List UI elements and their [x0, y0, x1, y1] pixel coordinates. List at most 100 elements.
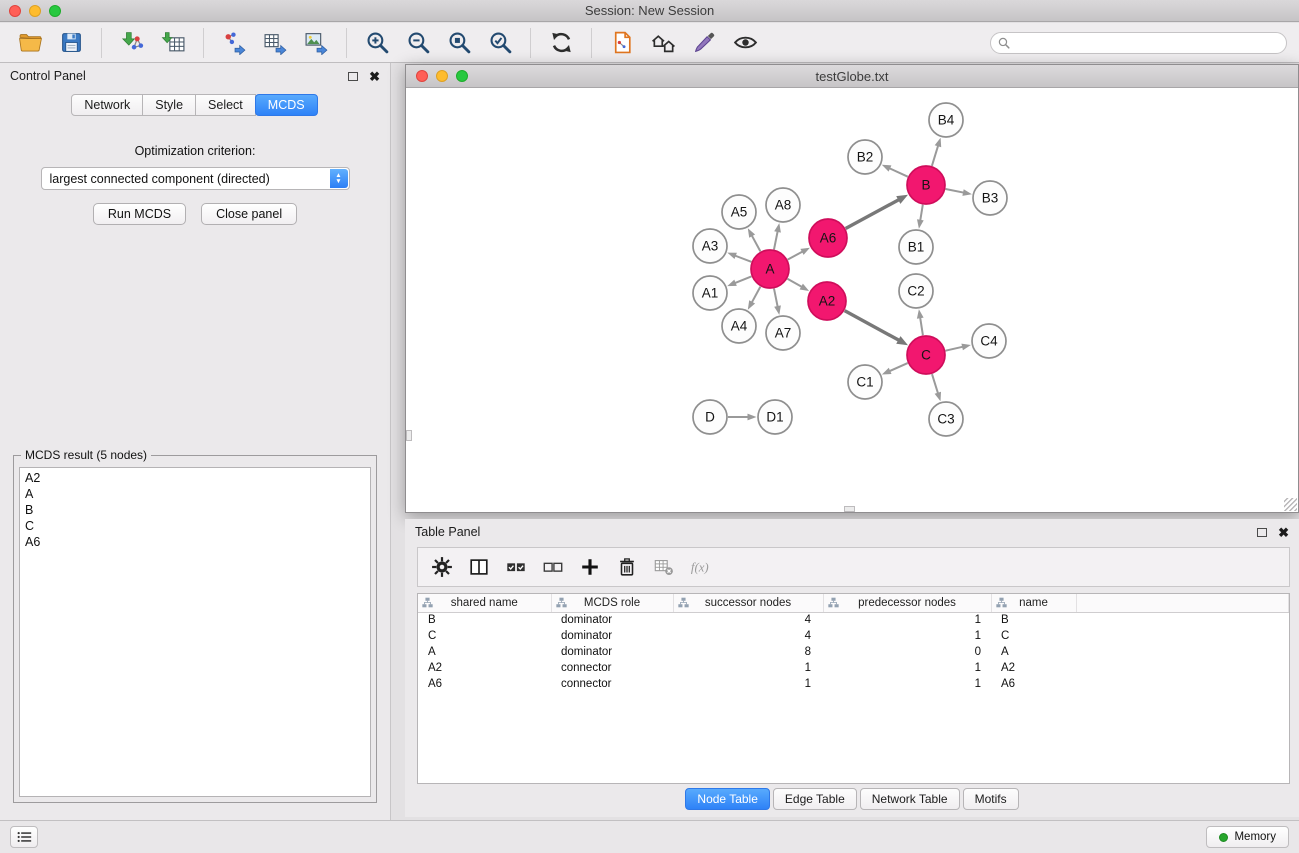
tab-select[interactable]: Select	[195, 94, 256, 116]
zoom-in-button[interactable]	[359, 27, 395, 59]
table-cell[interactable]: 1	[673, 676, 823, 692]
table-cell[interactable]: 1	[823, 676, 991, 692]
graph-edge[interactable]	[752, 287, 761, 303]
column-header-shared-name[interactable]: shared name	[418, 594, 551, 612]
graph-node-B[interactable]: B	[907, 166, 945, 204]
minimize-window-button[interactable]	[29, 5, 41, 17]
tab-network-table[interactable]: Network Table	[860, 788, 960, 810]
add-button[interactable]	[575, 553, 605, 581]
export-network-button[interactable]	[216, 27, 252, 59]
table-cell[interactable]: connector	[551, 676, 673, 692]
mcds-result-item[interactable]: A6	[20, 534, 370, 550]
graph-node-B3[interactable]: B3	[973, 181, 1007, 215]
graph-node-C1[interactable]: C1	[848, 365, 882, 399]
table-cell[interactable]: B	[418, 612, 551, 628]
bottom-scrollbar-nub[interactable]	[844, 506, 855, 512]
graph-edge[interactable]	[735, 276, 752, 283]
table-row[interactable]: A2connector11A2	[418, 660, 1289, 676]
resize-grip-icon[interactable]	[1284, 498, 1297, 511]
graph-edge[interactable]	[932, 374, 938, 394]
table-cell[interactable]: dominator	[551, 628, 673, 644]
paint-brush-button[interactable]	[686, 27, 722, 59]
table-cell[interactable]: A	[418, 644, 551, 660]
table-cell[interactable]: 1	[673, 660, 823, 676]
graph-node-A4[interactable]: A4	[722, 309, 756, 343]
mcds-result-item[interactable]: C	[20, 518, 370, 534]
delete-button[interactable]	[612, 553, 642, 581]
table-cell[interactable]: A	[991, 644, 1076, 660]
tab-mcds[interactable]: MCDS	[255, 94, 318, 116]
table-cell[interactable]: 1	[823, 612, 991, 628]
graph-node-C4[interactable]: C4	[972, 324, 1006, 358]
graph-node-B1[interactable]: B1	[899, 230, 933, 264]
column-header-name[interactable]: name	[991, 594, 1076, 612]
table-cell[interactable]: B	[991, 612, 1076, 628]
graph-edge[interactable]	[889, 363, 908, 371]
search-input[interactable]	[1014, 36, 1279, 50]
close-panel-button[interactable]: Close panel	[201, 203, 297, 225]
show-hide-button[interactable]	[727, 27, 763, 59]
graph-edge[interactable]	[845, 311, 900, 341]
zoom-fit-button[interactable]	[441, 27, 477, 59]
mcds-result-item[interactable]: B	[20, 502, 370, 518]
close-panel-icon[interactable]: ✖	[369, 70, 380, 83]
graph-edge[interactable]	[735, 256, 752, 262]
import-network-file-button[interactable]	[114, 27, 150, 59]
graph-node-B4[interactable]: B4	[929, 103, 963, 137]
table-row[interactable]: Bdominator41B	[418, 612, 1289, 628]
tab-network[interactable]: Network	[71, 94, 143, 116]
function-builder-button[interactable]: f(x)	[686, 553, 716, 581]
mcds-result-list[interactable]: A2ABCA6	[19, 467, 371, 797]
left-scrollbar-nub[interactable]	[406, 430, 412, 441]
graph-node-A[interactable]: A	[751, 250, 789, 288]
table-cell[interactable]: C	[418, 628, 551, 644]
minimize-network-window-button[interactable]	[436, 70, 448, 82]
mcds-result-item[interactable]: A	[20, 486, 370, 502]
zoom-out-button[interactable]	[400, 27, 436, 59]
show-all-button[interactable]	[645, 27, 681, 59]
graph-node-A5[interactable]: A5	[722, 195, 756, 229]
graph-node-A2[interactable]: A2	[808, 282, 846, 320]
graph-node-C2[interactable]: C2	[899, 274, 933, 308]
new-network-from-selection-button[interactable]	[604, 27, 640, 59]
zoom-window-button[interactable]	[49, 5, 61, 17]
table-cell[interactable]: 1	[823, 660, 991, 676]
graph-edge[interactable]	[752, 235, 761, 251]
table-cell[interactable]: 1	[823, 628, 991, 644]
table-cell[interactable]: 4	[673, 612, 823, 628]
column-header-successor-nodes[interactable]: successor nodes	[673, 594, 823, 612]
graph-edge[interactable]	[920, 317, 923, 335]
export-image-button[interactable]	[298, 27, 334, 59]
columns-button[interactable]	[464, 553, 494, 581]
graph-edge[interactable]	[774, 289, 778, 307]
table-row[interactable]: Cdominator41C	[418, 628, 1289, 644]
table-cell[interactable]: dominator	[551, 612, 673, 628]
graph-node-A3[interactable]: A3	[693, 229, 727, 263]
network-graph[interactable]: B4B2BB3A5A8A6B1A3AC2A1A2A4A7C4CC1C3DD1	[406, 88, 1298, 512]
table-cell[interactable]: connector	[551, 660, 673, 676]
open-session-button[interactable]	[12, 27, 48, 59]
column-header-MCDS-role[interactable]: MCDS role	[551, 594, 673, 612]
float-panel-icon[interactable]	[348, 72, 358, 81]
graph-edge[interactable]	[889, 168, 908, 177]
apply-layout-button[interactable]	[543, 27, 579, 59]
export-table-button[interactable]	[257, 27, 293, 59]
zoom-network-window-button[interactable]	[456, 70, 468, 82]
memory-button[interactable]: Memory	[1206, 826, 1289, 848]
tab-edge-table[interactable]: Edge Table	[773, 788, 857, 810]
task-history-button[interactable]	[10, 826, 38, 848]
graph-node-D1[interactable]: D1	[758, 400, 792, 434]
graph-node-B2[interactable]: B2	[848, 140, 882, 174]
graph-node-A6[interactable]: A6	[809, 219, 847, 257]
graph-edge[interactable]	[946, 347, 964, 351]
table-cell[interactable]: C	[991, 628, 1076, 644]
table-cell[interactable]: 4	[673, 628, 823, 644]
close-network-window-button[interactable]	[416, 70, 428, 82]
graph-edge[interactable]	[846, 200, 900, 229]
table-cell[interactable]: 8	[673, 644, 823, 660]
graph-node-A8[interactable]: A8	[766, 188, 800, 222]
graph-node-C[interactable]: C	[907, 336, 945, 374]
optimization-criterion-select[interactable]: largest connected component (directed) ▲…	[41, 167, 350, 190]
run-mcds-button[interactable]: Run MCDS	[93, 203, 186, 225]
save-session-button[interactable]	[53, 27, 89, 59]
